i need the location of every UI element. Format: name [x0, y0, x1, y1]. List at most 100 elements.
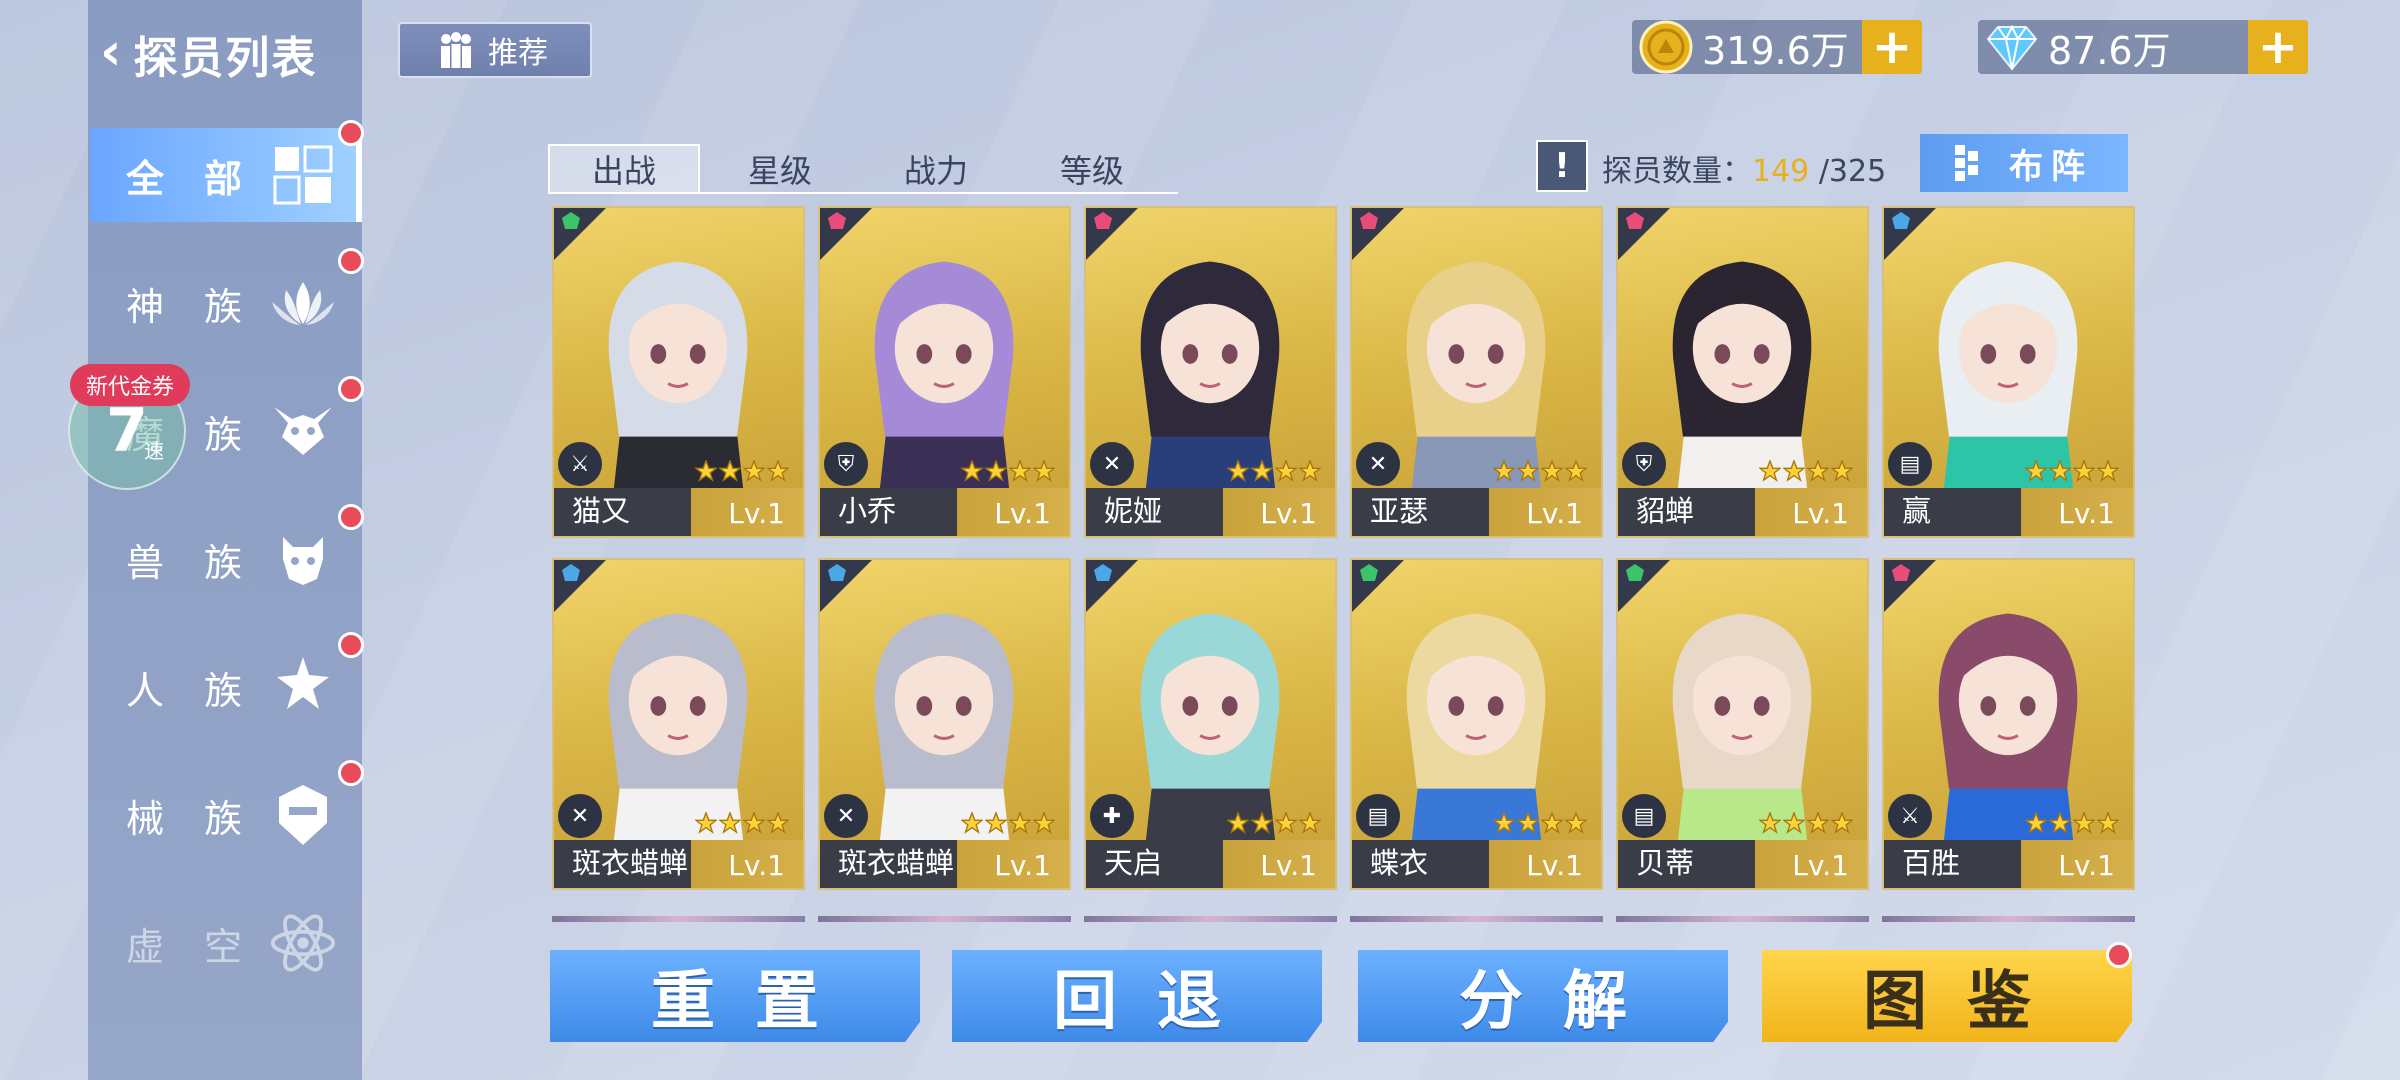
- star-icon: [1493, 460, 1515, 482]
- star-rating: [1759, 812, 1853, 834]
- agent-level: Lv.1: [728, 497, 785, 530]
- codex-badge: [2106, 942, 2132, 968]
- agent-card[interactable]: ✚ 天启 Lv.1: [1084, 558, 1337, 890]
- star-icon: [1541, 812, 1563, 834]
- star-icon: [1009, 460, 1031, 482]
- star-icon: [1783, 460, 1805, 482]
- sword-icon: ⚔: [1888, 794, 1932, 838]
- sidebar-item-1[interactable]: 神族: [90, 256, 362, 350]
- sidebar-item-0[interactable]: 全部: [90, 128, 362, 222]
- agent-level: Lv.1: [1526, 497, 1583, 530]
- star-rating: [1227, 812, 1321, 834]
- speed-number: 7: [106, 396, 148, 466]
- formation-label: 布阵: [2009, 146, 2093, 187]
- agent-name: 貂蝉: [1636, 494, 1695, 528]
- coupon-badge[interactable]: 新代金券: [70, 364, 191, 406]
- agent-card[interactable]: ⛨ 貂蝉 Lv.1: [1616, 206, 1869, 538]
- agent-card[interactable]: ✕ 妮娅 Lv.1: [1084, 206, 1337, 538]
- sidebar-item-label: 全部: [126, 156, 283, 201]
- agent-level: Lv.1: [994, 849, 1051, 882]
- star-rating: [695, 460, 789, 482]
- agent-name: 亚瑟: [1370, 494, 1429, 528]
- sidebar-item-6[interactable]: 虚空: [90, 896, 362, 990]
- sort-tabs: 出战 星级 战力 等级: [548, 144, 1178, 194]
- faction-icon: [1626, 564, 1644, 581]
- agent-name: 贝蒂: [1636, 846, 1695, 880]
- sidebar-item-3[interactable]: 兽族: [90, 512, 362, 606]
- agent-count-label: 探员数量：: [1602, 154, 1752, 189]
- agent-level: Lv.1: [1792, 849, 1849, 882]
- recommend-button[interactable]: 推荐: [398, 22, 592, 78]
- agent-card[interactable]: ✕ 斑衣蜡蝉 Lv.1: [818, 558, 1071, 890]
- star-icon: [719, 812, 741, 834]
- demon-icon: [270, 398, 336, 464]
- sidebar-item-5[interactable]: 械族: [90, 768, 362, 862]
- back-button[interactable]: ‹ 探员列表: [100, 22, 317, 86]
- agent-name: 百胜: [1902, 846, 1961, 880]
- sidebar-badge: [338, 760, 364, 786]
- chevron-left-icon: ‹: [100, 22, 124, 82]
- book-icon: ▤: [1356, 794, 1400, 838]
- star-icon: [1009, 812, 1031, 834]
- star-icon: [1033, 460, 1055, 482]
- agent-name: 蝶衣: [1370, 846, 1429, 880]
- gold-coin-icon: [1636, 17, 1696, 77]
- star-icon: [1541, 460, 1563, 482]
- info-button[interactable]: !: [1536, 140, 1588, 192]
- agent-card[interactable]: ▤ 赢 Lv.1: [1882, 206, 2135, 538]
- page-title: 探员列表: [133, 33, 318, 84]
- star-icon: [1807, 460, 1829, 482]
- agent-card[interactable]: ⚔ 猫又 Lv.1: [552, 206, 805, 538]
- star-icon: [1807, 812, 1829, 834]
- agent-card[interactable]: ✕ 亚瑟 Lv.1: [1350, 206, 1603, 538]
- star-icon: [961, 460, 983, 482]
- agent-card[interactable]: ▤ 贝蒂 Lv.1: [1616, 558, 1869, 890]
- agent-card[interactable]: ⛨ 小乔 Lv.1: [818, 206, 1071, 538]
- agent-name: 赢: [1902, 494, 1932, 528]
- add-diamond-button[interactable]: +: [2248, 19, 2308, 75]
- book-icon: ▤: [1888, 442, 1932, 486]
- star-rating: [961, 460, 1055, 482]
- agent-level: Lv.1: [1526, 849, 1583, 882]
- rollback-button[interactable]: 回退: [952, 950, 1322, 1042]
- sidebar-item-label: 神族: [126, 284, 283, 329]
- agent-card[interactable]: ✕ 斑衣蜡蝉 Lv.1: [552, 558, 805, 890]
- star-icon: [1275, 812, 1297, 834]
- star-icon: [1759, 460, 1781, 482]
- tab-power[interactable]: 战力: [860, 144, 1012, 194]
- star-icon: [1251, 460, 1273, 482]
- faction-icon: [1892, 564, 1910, 581]
- star-rating: [695, 812, 789, 834]
- agent-count-total: /325: [1818, 154, 1887, 189]
- diamond-icon: [1982, 17, 2042, 77]
- axe-icon: ✕: [824, 794, 868, 838]
- star-icon: [2049, 812, 2071, 834]
- agent-level: Lv.1: [1260, 497, 1317, 530]
- sidebar-badge: [338, 120, 364, 146]
- sidebar-item-4[interactable]: 人族: [90, 640, 362, 734]
- star-icon: [1493, 812, 1515, 834]
- sidebar-badge: [338, 632, 364, 658]
- gold-currency: 319.6万 +: [1632, 17, 1922, 77]
- reset-button[interactable]: 重置: [550, 950, 920, 1042]
- formation-button[interactable]: 布阵: [1920, 134, 2128, 192]
- faction-icon: [828, 564, 846, 581]
- tab-stars[interactable]: 星级: [704, 144, 856, 194]
- codex-button[interactable]: 图鉴: [1762, 950, 2132, 1042]
- agent-card[interactable]: ⚔ 百胜 Lv.1: [1882, 558, 2135, 890]
- star-icon: [1033, 812, 1055, 834]
- lotus-icon: [270, 270, 336, 336]
- tab-level[interactable]: 等级: [1016, 144, 1168, 194]
- agent-card[interactable]: ▤ 蝶衣 Lv.1: [1350, 558, 1603, 890]
- void-icon: [270, 910, 336, 976]
- sidebar-badge: [338, 376, 364, 402]
- agent-name: 妮娅: [1104, 494, 1163, 528]
- decompose-button[interactable]: 分解: [1358, 950, 1728, 1042]
- formation-icon: [1955, 145, 1978, 181]
- star-icon: [1251, 812, 1273, 834]
- sidebar-item-label: 虚空: [126, 924, 283, 969]
- tab-battle[interactable]: 出战: [548, 144, 700, 194]
- agent-name: 斑衣蜡蝉: [838, 846, 955, 880]
- add-gold-button[interactable]: +: [1862, 19, 1922, 75]
- faction-icon: [828, 212, 846, 229]
